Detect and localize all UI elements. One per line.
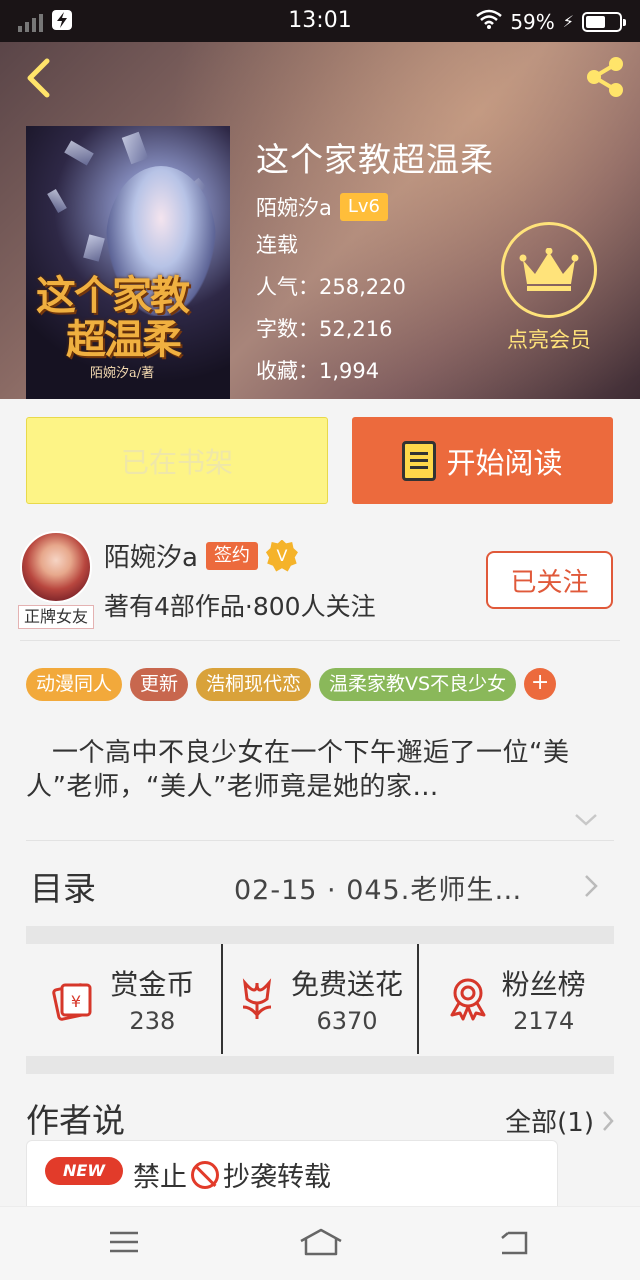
toc-label: 目录 <box>30 869 96 908</box>
author-name[interactable]: 陌婉汐a <box>104 537 198 574</box>
tag-item[interactable]: 温柔家教VS不良少女 <box>319 668 517 701</box>
book-icon <box>402 440 437 481</box>
section-separator <box>26 1056 614 1074</box>
reward-coins-button[interactable]: ¥ 赏金币 238 <box>26 944 221 1054</box>
stat-label: 赏金币 <box>110 968 195 1001</box>
author-notes-header: 作者说 全部(1) <box>26 1094 614 1142</box>
vip-button[interactable]: 点亮会员 <box>494 222 604 354</box>
back-nav-button[interactable] <box>496 1227 536 1261</box>
new-badge: NEW <box>45 1157 123 1185</box>
tag-list: 动漫同人 更新 浩桐现代恋 温柔家教VS不良少女 + <box>26 668 557 701</box>
chevron-down-icon <box>575 814 597 826</box>
cover-title: 这个家教 超温柔 <box>36 272 190 363</box>
chevron-right-icon <box>603 1110 614 1131</box>
vip-label: 点亮会员 <box>507 328 591 352</box>
verified-badge-icon: V <box>265 539 298 572</box>
stat-value: 6370 <box>316 1007 378 1035</box>
divider <box>20 640 620 641</box>
book-favorites: 收藏：1,994 <box>256 359 380 383</box>
book-status: 连载 <box>256 233 298 257</box>
svg-text:¥: ¥ <box>71 992 81 1011</box>
prohibited-icon <box>191 1160 219 1189</box>
home-button[interactable] <box>298 1227 344 1261</box>
follow-button[interactable]: 已关注 <box>486 551 613 609</box>
book-popularity: 人气：258,220 <box>256 275 406 299</box>
note-text-suffix: 抄袭转载 <box>223 1162 331 1193</box>
expand-synopsis-button[interactable] <box>574 812 598 832</box>
back-button[interactable] <box>18 56 58 100</box>
stats-row: ¥ 赏金币 238 免费送花 6370 粉丝榜 2174 <box>26 944 614 1054</box>
chevron-left-icon <box>27 58 50 98</box>
book-cover[interactable]: 这个家教 超温柔 陌婉汐a/著 <box>26 126 230 399</box>
level-badge: Lv6 <box>339 193 389 221</box>
author-note-item[interactable]: NEW 禁止 抄袭转载 <box>26 1140 558 1206</box>
tag-item[interactable]: 浩桐现代恋 <box>196 668 312 701</box>
charging-icon: ⚡ <box>562 12 574 31</box>
fan-ranking-button[interactable]: 粉丝榜 2174 <box>417 944 614 1054</box>
stat-label: 免费送花 <box>291 968 404 1001</box>
start-reading-button[interactable]: 开始阅读 <box>352 417 613 504</box>
view-all-notes-button[interactable]: 全部(1) <box>505 1102 614 1139</box>
flower-icon <box>242 978 272 1019</box>
avatar-tag: 正牌女友 <box>18 605 94 629</box>
book-info: 这个家教超温柔 陌婉汐a Lv6 连载 人气：258,220 字数：52,216… <box>256 138 494 392</box>
book-word-count: 字数：52,216 <box>256 317 393 341</box>
action-bar: 已在书架 开始阅读 <box>0 399 640 517</box>
home-icon <box>300 1228 342 1256</box>
medal-icon <box>450 978 486 1021</box>
send-flowers-button[interactable]: 免费送花 6370 <box>220 944 418 1054</box>
start-reading-label: 开始阅读 <box>446 445 563 480</box>
share-button[interactable] <box>582 54 628 100</box>
tag-item[interactable]: 动漫同人 <box>26 668 123 701</box>
battery-icon <box>582 11 626 32</box>
section-separator <box>26 926 614 944</box>
crown-icon <box>519 248 579 291</box>
signed-badge: 签约 <box>205 541 258 570</box>
divider <box>26 840 614 841</box>
book-title: 这个家教超温柔 <box>256 140 494 179</box>
book-header: 这个家教 超温柔 陌婉汐a/著 这个家教超温柔 陌婉汐a Lv6 连载 人气：2… <box>0 42 640 399</box>
stat-value: 238 <box>129 1007 176 1035</box>
note-text-prefix: 禁止 <box>133 1162 187 1193</box>
chevron-right-icon <box>585 875 598 897</box>
share-icon <box>587 57 623 97</box>
red-envelope-icon: ¥ <box>52 983 92 1021</box>
stat-value: 2174 <box>513 1007 575 1035</box>
status-bar: 13:01 59% ⚡ <box>0 0 640 42</box>
author-card: 正牌女友 陌婉汐a 签约 V 著有4部作品·800人关注 已关注 <box>0 517 640 641</box>
author-avatar[interactable] <box>20 531 92 603</box>
latest-chapter: 02-15 · 045.老师生… <box>234 875 523 906</box>
book-author[interactable]: 陌婉汐a <box>256 192 332 222</box>
return-icon <box>501 1231 528 1255</box>
system-nav-bar <box>0 1206 640 1280</box>
tag-item[interactable]: 更新 <box>130 668 189 701</box>
wifi-icon <box>476 9 503 34</box>
menu-button[interactable] <box>106 1227 146 1261</box>
more-tags-button[interactable]: + <box>524 668 557 700</box>
stat-label: 粉丝榜 <box>501 968 586 1001</box>
cover-author: 陌婉汐a/著 <box>90 366 155 381</box>
menu-icon <box>110 1231 138 1253</box>
synopsis[interactable]: 一个高中不良少女在一个下午邂逅了一位“美人”老师，“美人”老师竟是她的家… <box>26 736 616 804</box>
author-stats: 著有4部作品·800人关注 <box>104 592 376 621</box>
table-of-contents-row[interactable]: 目录 02-15 · 045.老师生… <box>26 852 616 922</box>
battery-percent: 59% <box>510 9 555 34</box>
view-all-label: 全部(1) <box>505 1108 594 1138</box>
on-shelf-button[interactable]: 已在书架 <box>26 417 328 504</box>
